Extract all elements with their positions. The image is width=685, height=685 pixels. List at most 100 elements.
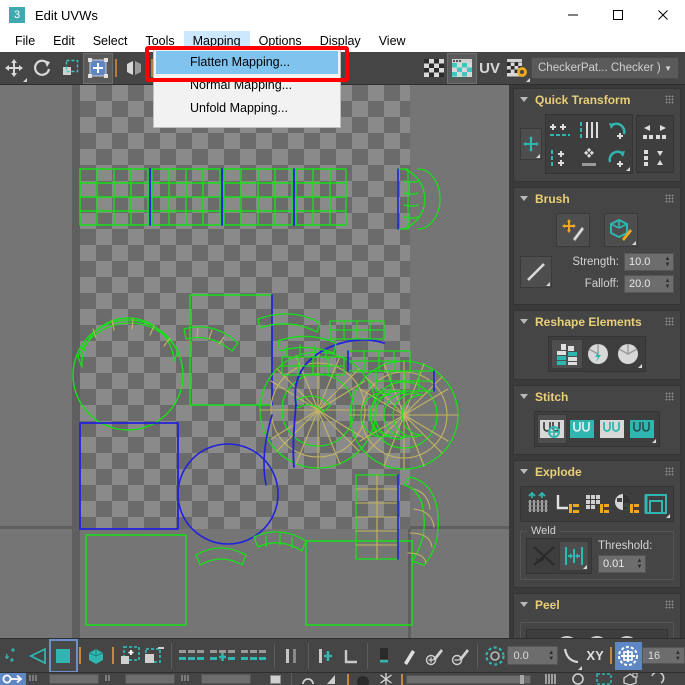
v-value-field[interactable]: [125, 674, 175, 684]
paint-select-icon[interactable]: [372, 641, 397, 671]
rollout-header-stitch[interactable]: Stitch: [514, 386, 680, 407]
w-value-field[interactable]: [201, 674, 251, 684]
zoom-extents-icon[interactable]: [617, 673, 643, 685]
move-tool-icon[interactable]: [0, 54, 28, 83]
select-element-icon[interactable]: [84, 641, 109, 671]
grid-density-field[interactable]: 16 ▲ ▼: [641, 647, 685, 664]
mirror-x-icon[interactable]: [279, 641, 304, 671]
uv-u-icon[interactable]: [26, 673, 46, 685]
rollout-header-brush[interactable]: Brush: [514, 188, 680, 209]
maximize-icon[interactable]: [595, 0, 640, 30]
zoom-region-icon[interactable]: [591, 673, 617, 685]
curve-icon[interactable]: [558, 641, 583, 671]
weld-selected-icon[interactable]: [529, 541, 559, 571]
spinner-arrows-icon[interactable]: ▲ ▼: [662, 278, 673, 290]
spinner-arrows-icon[interactable]: ▲ ▼: [545, 650, 557, 662]
falloff-curve-icon[interactable]: [520, 256, 552, 288]
menu-select[interactable]: Select: [84, 31, 137, 52]
uv-v-icon[interactable]: [102, 673, 122, 685]
snap-value-field[interactable]: 0.0 ▲ ▼: [507, 646, 559, 665]
rotate-cw-icon[interactable]: [603, 144, 631, 172]
relax-element-icon[interactable]: [583, 339, 613, 369]
grid-snap-icon[interactable]: [614, 641, 642, 670]
expand-selection-icon[interactable]: [117, 641, 142, 671]
rollout-header-explode[interactable]: Explode: [514, 461, 680, 482]
show-map-in-viewport-icon[interactable]: [447, 52, 478, 84]
menu-item-unfold-mapping[interactable]: Unfold Mapping...: [156, 97, 338, 120]
paint-move-brush-icon[interactable]: [556, 213, 590, 247]
ring-uv-icon[interactable]: [207, 641, 238, 671]
menu-edit[interactable]: Edit: [44, 31, 84, 52]
drag-grip-icon[interactable]: [665, 194, 674, 203]
command-panel[interactable]: Quick Transform Brush Strength: 10.0 ▲ ▼…: [509, 85, 685, 638]
rescale-elements-icon[interactable]: [551, 339, 583, 369]
uv-w-icon[interactable]: [178, 673, 198, 685]
paint-brush-icon[interactable]: [397, 641, 422, 671]
align-grid-icon[interactable]: [575, 144, 603, 172]
rollout-header-reshape-elements[interactable]: Reshape Elements: [514, 311, 680, 332]
menu-item-flatten-mapping[interactable]: Flatten Mapping...: [156, 51, 338, 74]
loop-uv-icon[interactable]: [176, 641, 207, 671]
menu-file[interactable]: File: [6, 31, 44, 52]
filter-icon[interactable]: [320, 673, 344, 685]
zoom-icon[interactable]: [565, 673, 591, 685]
select-vertex-icon[interactable]: [0, 641, 25, 671]
weld-target-icon[interactable]: [559, 541, 589, 571]
stitch-selected-icon[interactable]: [537, 414, 567, 444]
minimize-icon[interactable]: [550, 0, 595, 30]
rollout-header-peel[interactable]: Peel: [514, 594, 680, 615]
zoom-circle-icon[interactable]: [352, 673, 374, 685]
freeform-mode-icon[interactable]: [83, 52, 113, 84]
pan-icon[interactable]: [296, 673, 320, 685]
map-options-icon[interactable]: [503, 54, 531, 83]
u-value-field[interactable]: [49, 674, 99, 684]
quick-align-icon[interactable]: [520, 128, 542, 160]
break-grid-icon[interactable]: [582, 489, 612, 519]
brush-decrease-icon[interactable]: [448, 641, 473, 671]
zoom-slider[interactable]: [406, 674, 531, 684]
drag-grip-icon[interactable]: [665, 600, 674, 609]
zoom-slider-knob[interactable]: [520, 674, 524, 684]
grid-lines-icon[interactable]: [539, 673, 565, 685]
space-horizontal-icon[interactable]: [638, 117, 672, 144]
select-edge-icon[interactable]: [25, 641, 50, 671]
brush-falloff-field[interactable]: 20.0 ▲ ▼: [624, 275, 674, 293]
drag-grip-icon[interactable]: [665, 317, 674, 326]
mirror-horizontal-icon[interactable]: [120, 54, 148, 83]
snap-axis-label[interactable]: XY: [586, 648, 603, 663]
relax-brush-icon[interactable]: [604, 213, 638, 247]
drag-grip-icon[interactable]: [665, 95, 674, 104]
rollout-header-quick-transform[interactable]: Quick Transform: [514, 89, 680, 110]
rotate-ccw-icon[interactable]: [603, 116, 631, 144]
break-element-icon[interactable]: [641, 489, 671, 519]
drag-grip-icon[interactable]: [665, 392, 674, 401]
uv-lock-checkbox[interactable]: [270, 674, 281, 684]
scale-tool-icon[interactable]: [56, 54, 84, 83]
menu-item-normal-mapping[interactable]: Normal Mapping...: [156, 74, 338, 97]
close-icon[interactable]: [640, 0, 685, 30]
menu-view[interactable]: View: [370, 31, 415, 52]
stitch-custom-icon[interactable]: [567, 414, 597, 444]
break-faces-icon[interactable]: [523, 489, 553, 519]
stitch-to-target-icon[interactable]: [627, 414, 657, 444]
show-map-checker-icon[interactable]: [420, 54, 448, 83]
shrink-selection-icon[interactable]: [142, 641, 167, 671]
align-to-edge-icon[interactable]: [338, 641, 363, 671]
orbit-icon[interactable]: [643, 673, 669, 685]
weld-threshold-field[interactable]: 0.01 ▲ ▼: [598, 554, 646, 573]
brush-increase-icon[interactable]: [423, 641, 448, 671]
grow-ring-icon[interactable]: [313, 641, 338, 671]
grow-loop-icon[interactable]: [239, 641, 270, 671]
uv-editor-canvas[interactable]: [0, 85, 509, 638]
space-vertical-icon[interactable]: [638, 144, 672, 171]
snap-toggle-icon[interactable]: [482, 641, 507, 671]
reshape-element-icon[interactable]: [613, 339, 643, 369]
map-selector-combo[interactable]: CheckerPat... Checker ) ▼: [531, 57, 679, 79]
rotate-tool-icon[interactable]: [28, 54, 56, 83]
spinner-arrows-icon[interactable]: ▲ ▼: [634, 558, 645, 570]
uv-lock-icon[interactable]: [254, 673, 270, 685]
break-material-icon[interactable]: [612, 489, 642, 519]
select-face-icon[interactable]: [48, 638, 78, 673]
spinner-arrows-icon[interactable]: ▲ ▼: [672, 650, 684, 662]
drag-grip-icon[interactable]: [665, 467, 674, 476]
